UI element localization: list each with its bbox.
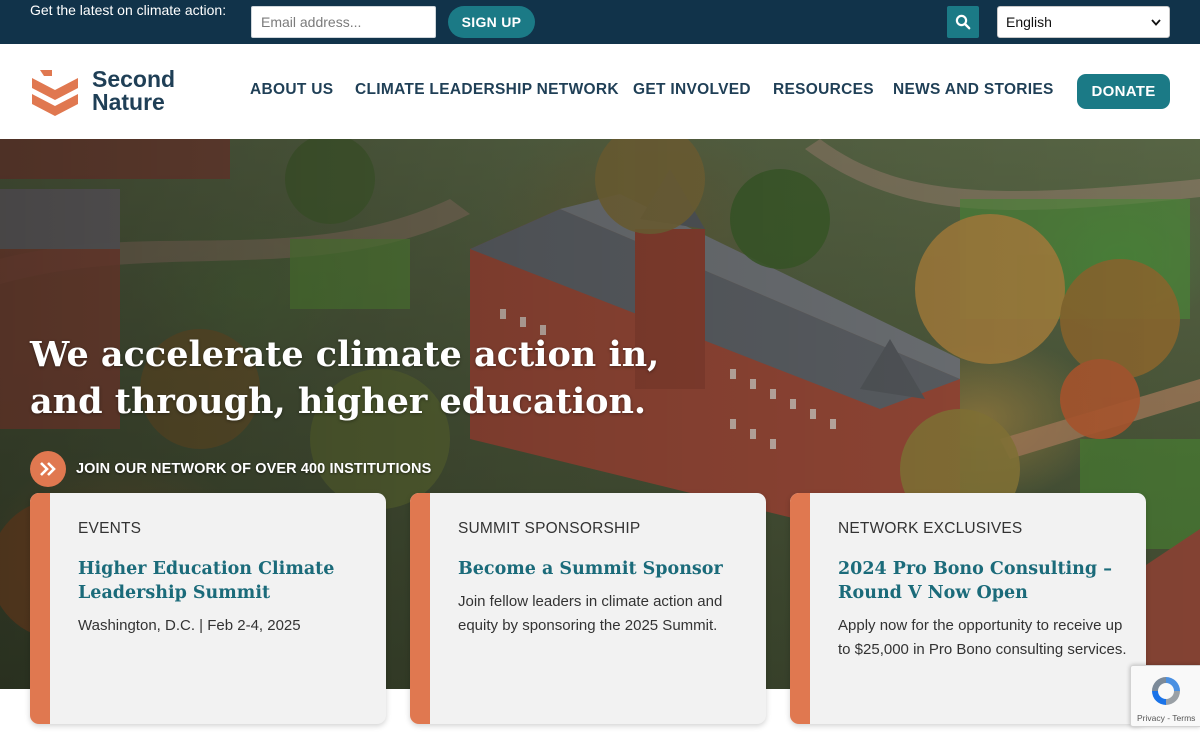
card-eyebrow: SUMMIT SPONSORSHIP [458,520,641,537]
site-header: Second Nature ABOUT US CLIMATE LEADERSHI… [0,44,1200,139]
join-network-label: JOIN OUR NETWORK OF OVER 400 INSTITUTION… [76,461,432,477]
card-summit-sponsorship[interactable]: SUMMIT SPONSORSHIP Become a Summit Spons… [410,493,766,724]
second-nature-logo-icon [32,70,78,116]
language-select[interactable]: English [997,6,1170,38]
language-selected-value: English [1006,14,1052,30]
hero-headline: We accelerate climate action in, and thr… [30,334,660,422]
card-title[interactable]: Become a Summit Sponsor [458,557,748,581]
nav-about-us[interactable]: ABOUT US [250,81,333,99]
card-accent-bar [30,493,50,724]
top-utility-bar: Get the latest on climate action: SIGN U… [0,0,1200,44]
card-body: Apply now for the opportunity to receive… [838,617,1127,658]
logo[interactable]: Second Nature [30,66,190,118]
card-title[interactable]: 2024 Pro Bono Consulting – Round V Now O… [838,557,1128,605]
card-title[interactable]: Higher Education Climate Leadership Summ… [78,557,368,605]
double-chevron-right-icon [30,451,66,487]
chevron-down-icon [1151,18,1161,26]
email-input[interactable] [251,6,436,38]
join-network-link[interactable]: JOIN OUR NETWORK OF OVER 400 INSTITUTION… [30,451,431,487]
card-events[interactable]: EVENTS Higher Education Climate Leadersh… [30,493,386,724]
logo-line-1: Second [92,66,176,92]
newsletter-prompt: Get the latest on climate action: [30,2,227,18]
card-eyebrow: NETWORK EXCLUSIVES [838,520,1023,537]
page: Get the latest on climate action: SIGN U… [0,0,1200,740]
card-accent-bar [410,493,430,724]
card-body: Join fellow leaders in climate action an… [458,593,723,634]
card-body: Washington, D.C. | Feb 2-4, 2025 [78,617,301,634]
logo-wordmark: Second Nature [92,68,175,114]
search-button[interactable] [947,6,979,38]
donate-button[interactable]: DONATE [1077,74,1170,109]
recaptcha-icon [1152,677,1180,705]
recaptcha-links[interactable]: Privacy - Terms [1137,713,1195,723]
nav-resources[interactable]: RESOURCES [773,81,874,99]
nav-climate-leadership-network[interactable]: CLIMATE LEADERSHIP NETWORK [355,81,619,99]
card-accent-bar [790,493,810,724]
nav-get-involved[interactable]: GET INVOLVED [633,81,751,99]
signup-button[interactable]: SIGN UP [448,6,535,38]
logo-line-2: Nature [92,89,165,115]
search-icon [955,14,971,30]
recaptcha-badge[interactable]: Privacy - Terms [1130,665,1200,727]
nav-news-and-stories[interactable]: NEWS AND STORIES [893,81,1054,99]
card-eyebrow: EVENTS [78,520,142,537]
card-network-exclusives[interactable]: NETWORK EXCLUSIVES 2024 Pro Bono Consult… [790,493,1146,724]
